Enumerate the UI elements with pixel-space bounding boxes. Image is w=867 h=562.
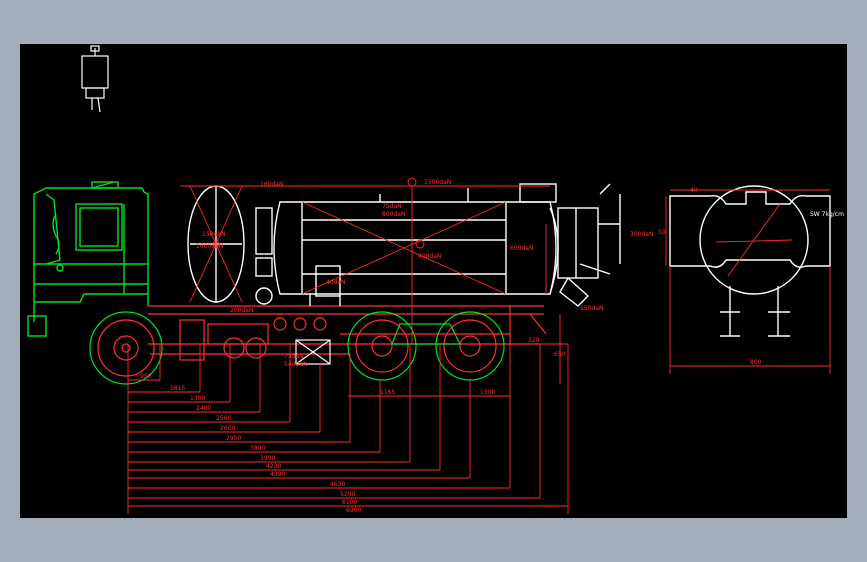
- dim-9: 3900: [260, 455, 275, 462]
- end-view-dimensions: [665, 189, 831, 374]
- cad-drawing-viewport[interactable]: 1500daN 160daN 1600daN 150daN 75daN 800d…: [20, 44, 847, 518]
- rear-axle-group: [340, 311, 510, 381]
- dim-14: 6100: [342, 499, 357, 506]
- label-tank-right: 600daN: [510, 245, 533, 252]
- dim-3: 1300: [190, 395, 205, 402]
- label-cab-pos: 160daN: [260, 181, 283, 188]
- label-rear-right: 300daN: [630, 231, 653, 238]
- label-axle-b: 1300: [480, 389, 495, 396]
- tank-end-view: [669, 185, 831, 337]
- label-cab-load: 150daN: [202, 231, 225, 238]
- tank-body: [255, 183, 621, 307]
- dim-5: 2560: [216, 415, 231, 422]
- label-rear-small: 150daN: [580, 305, 603, 312]
- dim-6: 2600: [220, 425, 235, 432]
- truck-cab: [27, 181, 149, 337]
- label-chassis-a: 75daN: [284, 353, 304, 360]
- dim-15: 6900: [346, 507, 361, 514]
- label-chassis-b: 540daN: [284, 361, 307, 368]
- dim-2: 1815: [170, 385, 185, 392]
- label-tank-mid: 800daN: [382, 211, 405, 218]
- label-left-under: 200daN: [230, 307, 253, 314]
- label-end-width: 800: [750, 359, 762, 366]
- dim-1: 950: [140, 373, 152, 380]
- dim-10: 4230: [266, 463, 281, 470]
- label-tank-center: 400daN: [418, 253, 441, 260]
- label-rear-a: 320: [528, 337, 540, 344]
- label-axle-a: 1165: [380, 389, 395, 396]
- dim-11: 4390: [270, 471, 285, 478]
- dim-7: 2950: [226, 435, 241, 442]
- dim-8: 3800: [250, 445, 265, 452]
- label-top-load: 1500daN: [424, 179, 451, 186]
- chassis-frame: [148, 305, 547, 365]
- label-cab-val: 1600daN: [196, 243, 223, 250]
- label-end-top: 40: [690, 187, 698, 194]
- ucs-icon: [81, 45, 109, 113]
- label-side-note: SW 7kg/cm: [810, 211, 844, 218]
- dim-4: 2400: [196, 405, 211, 412]
- label-end-side: 50: [658, 229, 666, 236]
- label-left-bottom: 40daN: [326, 279, 346, 286]
- label-tank-top: 75daN: [382, 203, 402, 210]
- label-rear-h: 650: [554, 351, 566, 358]
- dim-13: 5200: [340, 491, 355, 498]
- dim-12: 4630: [330, 481, 345, 488]
